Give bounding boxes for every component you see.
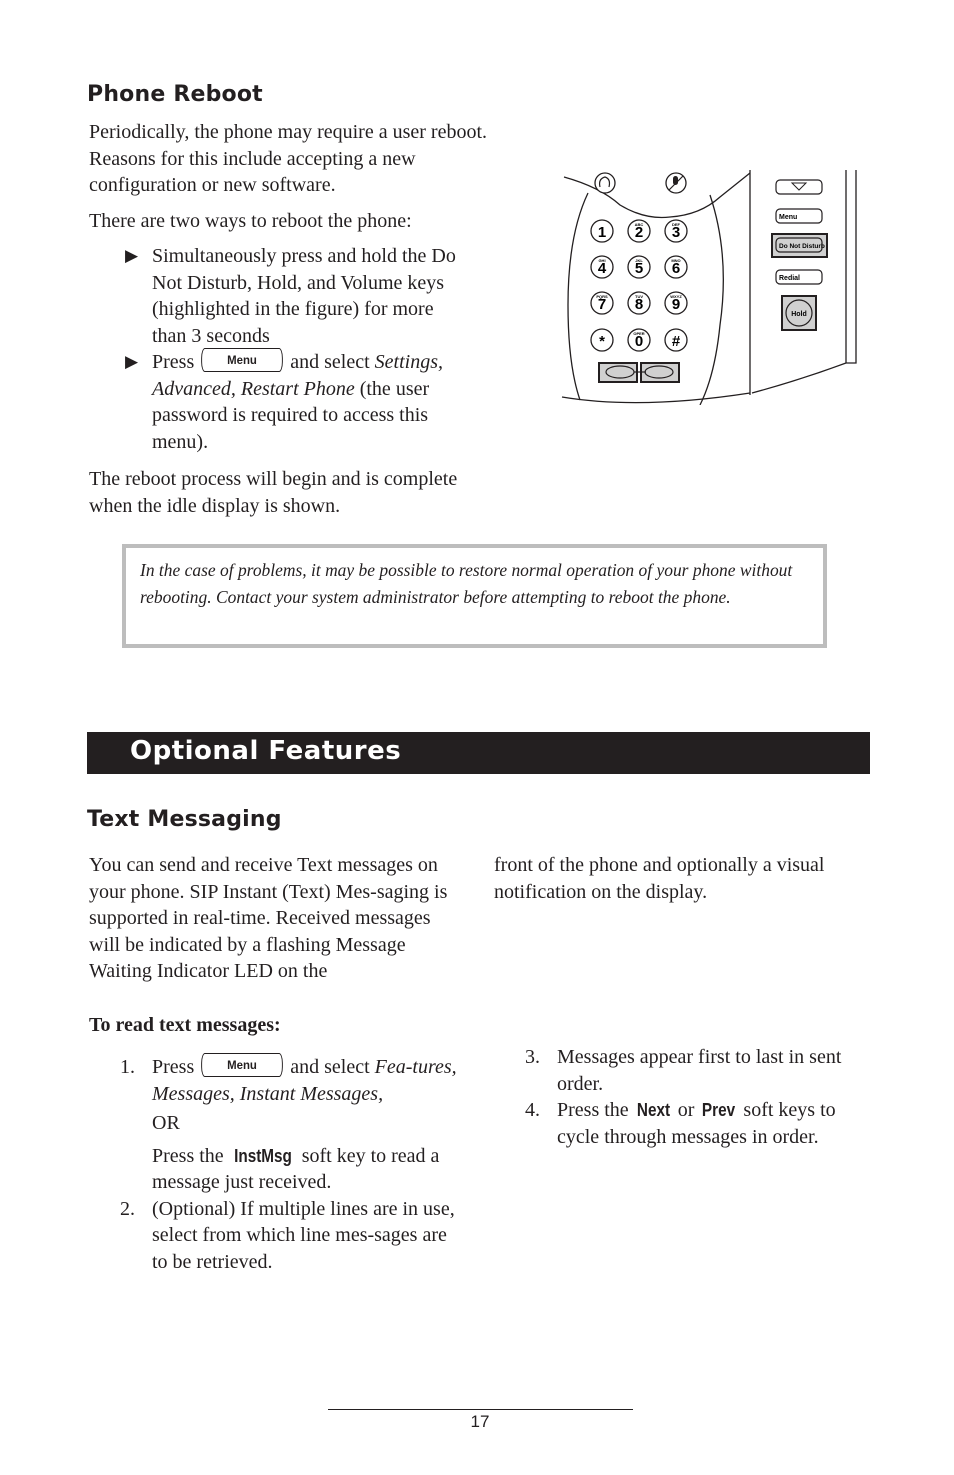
- footer-rule: [328, 1409, 633, 1410]
- read-messages-heading: To read text messages:: [89, 1014, 281, 1036]
- steps-col2: 3. Messages appear first to last in sent…: [525, 1044, 875, 1150]
- keypad-letters: TUV: [635, 294, 643, 299]
- menu-key-icon: Menu: [201, 348, 284, 373]
- phone-top-curve: [563, 172, 751, 219]
- text-messaging-intro-col2: front of the phone and optionally a visu…: [494, 854, 825, 903]
- instmsg-softkey-label: InstMsg: [233, 1145, 292, 1166]
- step-4: 4. Press the Next or Prev soft keys to c…: [525, 1099, 836, 1148]
- keypad-key-7: 7PQRS: [590, 291, 614, 315]
- keypad-letters: GHI: [598, 258, 605, 263]
- keypad-key-3: 3DEF: [664, 219, 688, 243]
- keypad-key-6: 6MNO: [664, 255, 688, 279]
- section-banner: Optional Features: [87, 732, 870, 774]
- keypad-letters: OPER: [633, 331, 644, 336]
- keypad-letters: JKL: [635, 258, 643, 263]
- keypad-key-pound: #: [664, 328, 688, 352]
- bullet-arrow-icon: ▶: [125, 246, 139, 265]
- hold-label: Hold: [791, 311, 807, 318]
- do-not-disturb-label: Do Not Disturb: [779, 243, 825, 250]
- keypad-digit: 1: [598, 224, 606, 241]
- keypad-letters: PQRS: [596, 294, 608, 299]
- mute-icon: [665, 172, 687, 194]
- steps-col1: 1. Press Menu and select Fea-tures, Mess…: [120, 1053, 465, 1275]
- note-text: In the case of problems, it may be possi…: [140, 560, 793, 607]
- headset-icon: [594, 172, 616, 194]
- phone-figure: 1 2ABC 3DEF 4GHI 5JKL 6MNO 7PQRS 8TUV 9WXYZ * 0OPE…: [561, 170, 857, 405]
- phone-reboot-body: Periodically, the phone may require a us…: [89, 119, 489, 519]
- keypad-letters: DEF: [672, 222, 681, 227]
- note-box: In the case of problems, it may be possi…: [122, 544, 827, 648]
- phone-reboot-heading: Phone Reboot: [87, 82, 263, 107]
- next-softkey-label: Next: [636, 1100, 670, 1120]
- prev-softkey-label: Prev: [702, 1100, 736, 1120]
- navigation-down-key: [775, 179, 823, 195]
- reboot-outro: The reboot process will begin and is com…: [89, 468, 458, 517]
- keypad-digit: *: [599, 333, 605, 350]
- redial-label: Redial: [779, 275, 800, 282]
- keypad-key-1: 1: [590, 219, 614, 243]
- keypad-key-9: 9WXYZ: [664, 291, 688, 315]
- keypad-key-star: *: [590, 328, 614, 352]
- keypad-letters: ABC: [635, 222, 644, 227]
- reboot-ways-intro: There are two ways to reboot the phone:: [89, 209, 412, 232]
- reboot-intro: Periodically, the phone may require a us…: [89, 121, 488, 196]
- text-messaging-intro-col1: You can send and receive Text messages o…: [89, 854, 448, 982]
- reboot-bullet-2: ▶ Press Menu and select Settings, Advanc…: [125, 348, 465, 455]
- keypad-letters: WXYZ: [670, 294, 682, 299]
- step-2: 2. (Optional) If multiple lines are in u…: [120, 1197, 455, 1273]
- reboot-bullet-1: ▶ Simultaneously press and hold the Do N…: [125, 245, 456, 347]
- step-3: 3. Messages appear first to last in sent…: [525, 1046, 842, 1095]
- step-1: 1. Press Menu and select Fea-tures, Mess…: [120, 1053, 465, 1196]
- keypad-key-8: 8TUV: [627, 291, 651, 315]
- keypad-key-2: 2ABC: [627, 219, 651, 243]
- bullet-arrow-icon: ▶: [125, 352, 139, 371]
- keypad-key-0: 0OPER: [627, 328, 651, 352]
- keypad-key-5: 5JKL: [627, 255, 651, 279]
- keypad-letters: MNO: [671, 258, 680, 263]
- keypad-key-4: 4GHI: [590, 255, 614, 279]
- menu-key-icon: Menu: [201, 1053, 284, 1078]
- section-banner-title: Optional Features: [130, 736, 402, 766]
- page-number: 17: [470, 1412, 490, 1431]
- text-messaging-heading: Text Messaging: [87, 807, 282, 832]
- menu-key-label: Menu: [779, 214, 797, 221]
- keypad-digit: #: [672, 333, 681, 350]
